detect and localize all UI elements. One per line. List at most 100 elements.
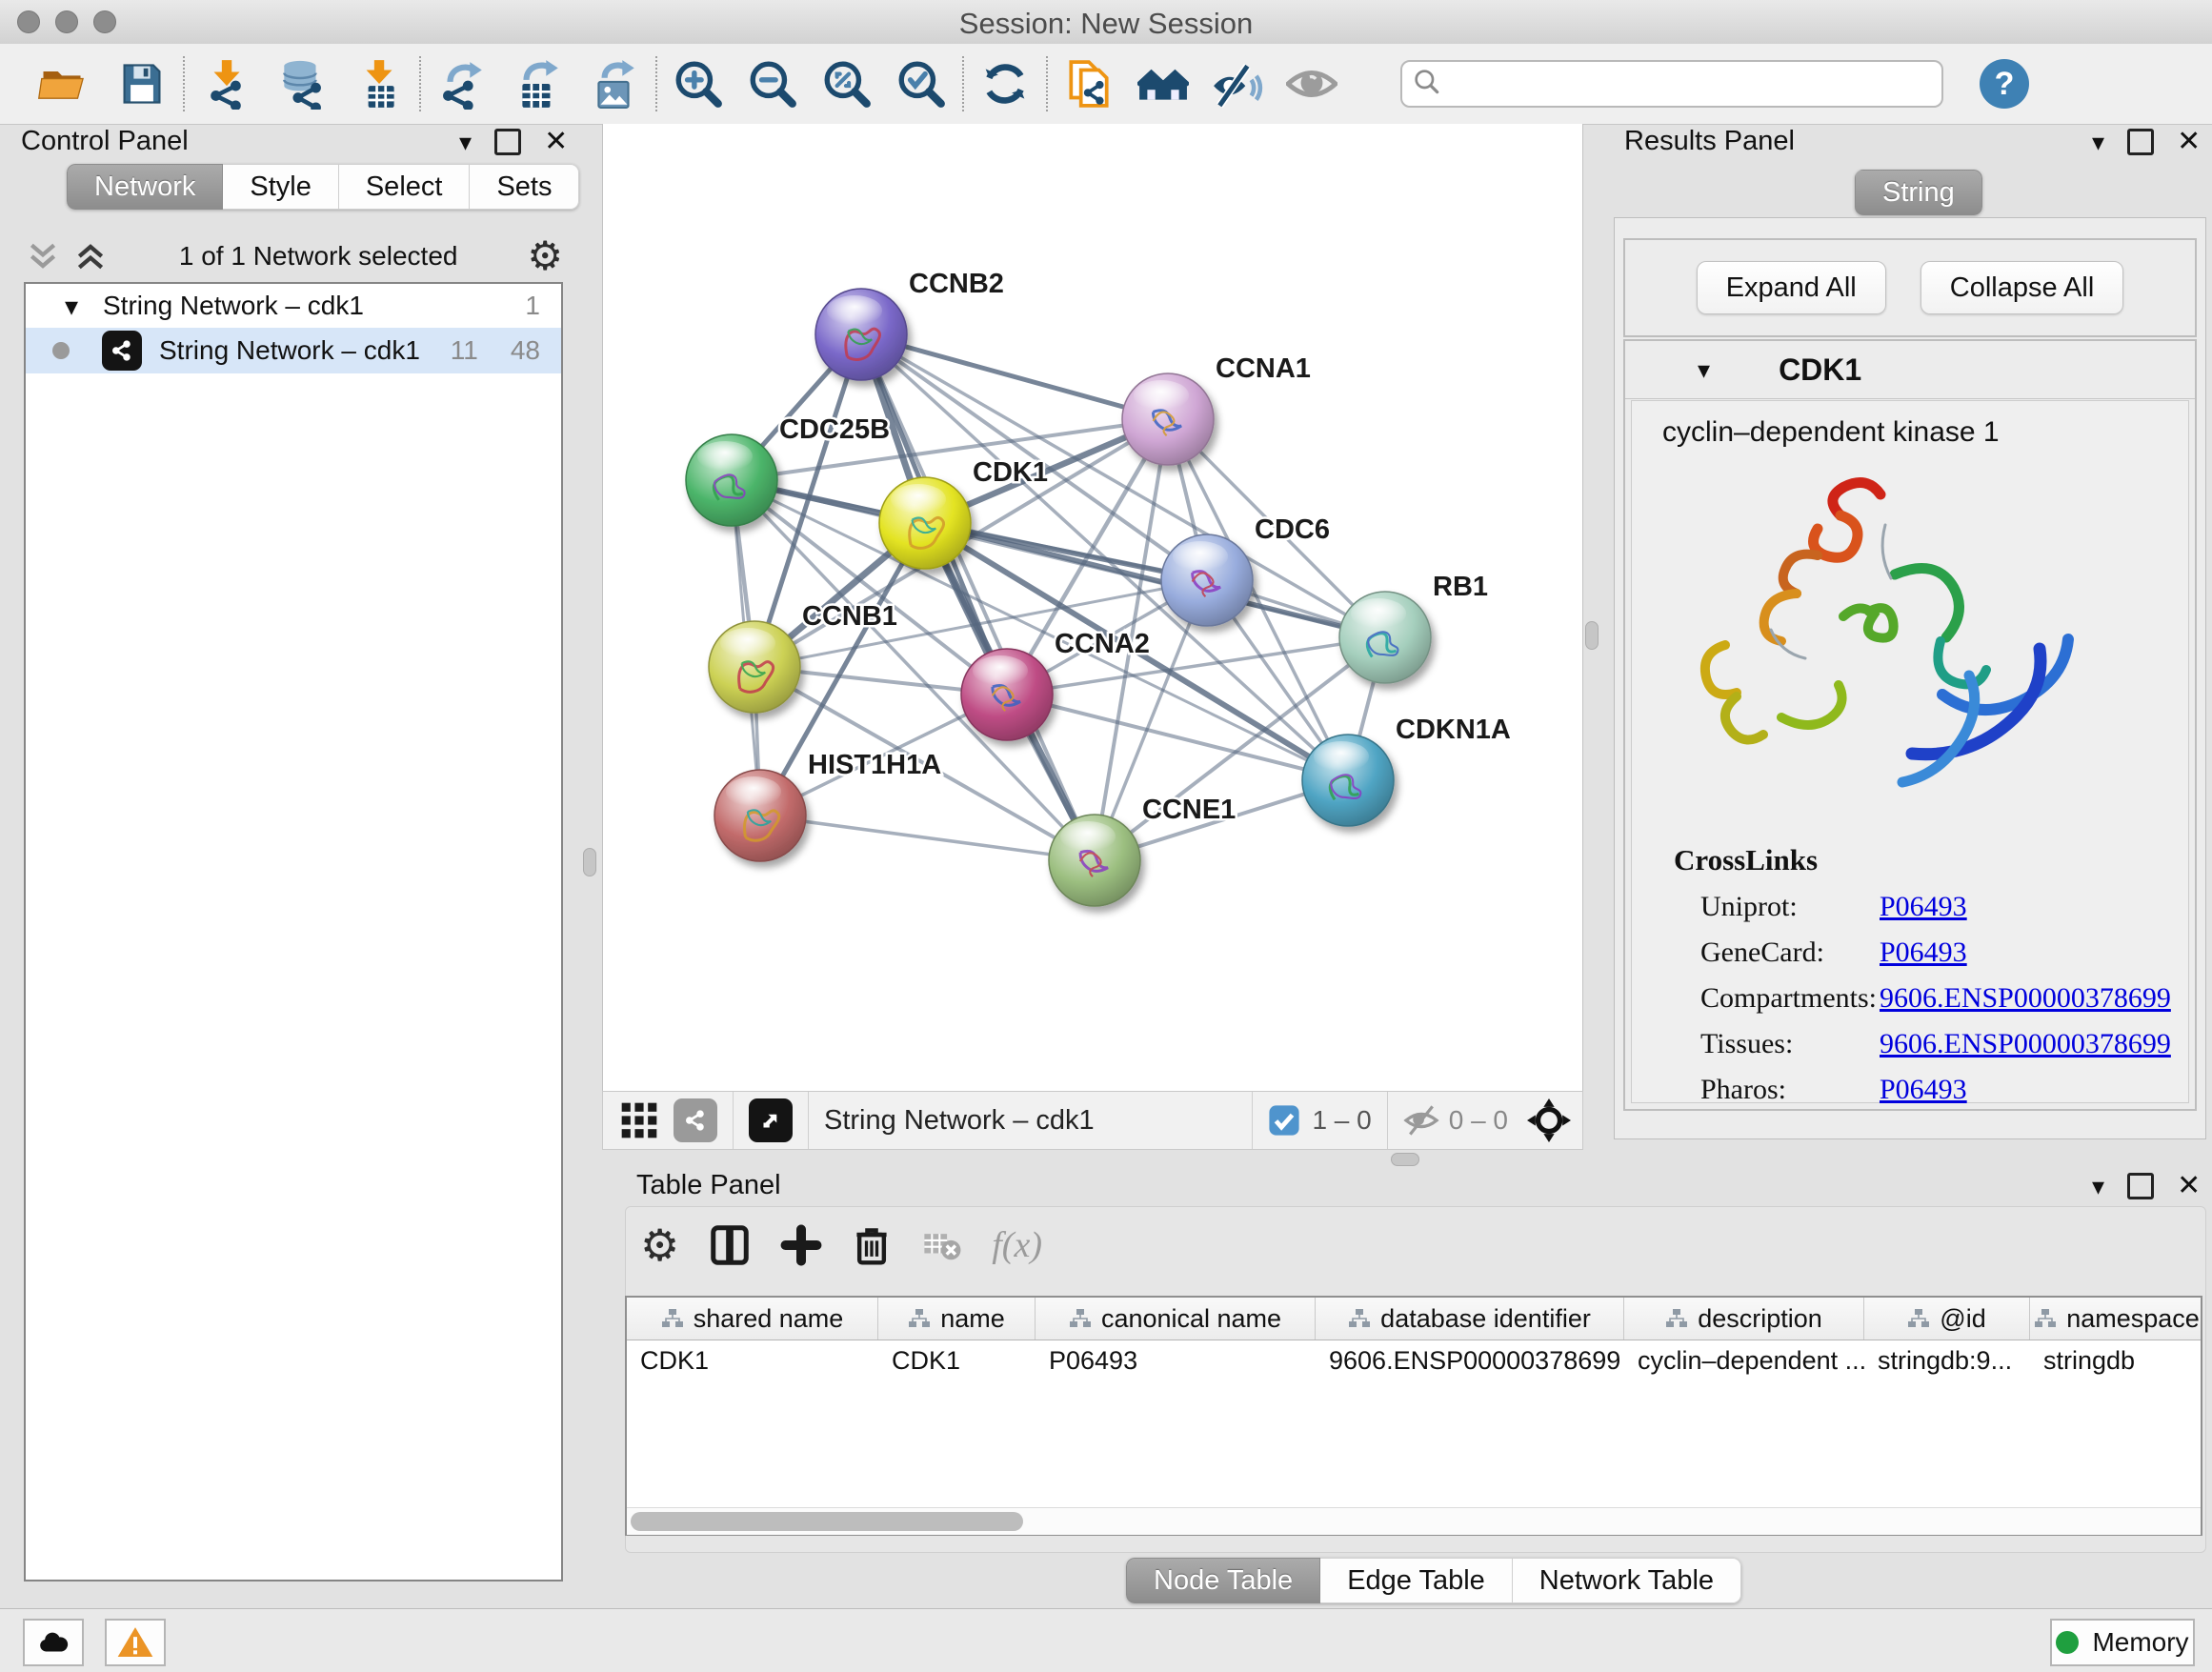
node-label-CCNB1: CCNB1 bbox=[802, 601, 897, 632]
gear-icon[interactable]: ⚙ bbox=[527, 236, 563, 276]
node-label-CCNB2: CCNB2 bbox=[909, 269, 1004, 299]
gene-header[interactable]: ▾ CDK1 bbox=[1625, 341, 2195, 399]
zoom-fit-icon[interactable] bbox=[819, 54, 875, 113]
memory-button[interactable]: Memory bbox=[2050, 1619, 2195, 1666]
help-icon[interactable]: ? bbox=[1980, 59, 2029, 109]
panel-close-icon[interactable]: ✕ bbox=[544, 128, 568, 156]
hide-selected-icon[interactable] bbox=[1210, 54, 1265, 113]
network-node-CDK1[interactable]: CDK1 bbox=[879, 457, 1048, 569]
save-session-icon[interactable] bbox=[114, 54, 170, 113]
collapse-all-icon[interactable] bbox=[24, 237, 62, 275]
column-header--id[interactable]: @id bbox=[1864, 1298, 2030, 1340]
control-panel-controls: ▾ ✕ bbox=[459, 128, 568, 156]
panel-float-icon[interactable] bbox=[2127, 1173, 2154, 1199]
export-image-icon[interactable] bbox=[587, 54, 642, 113]
columns-icon[interactable] bbox=[708, 1223, 752, 1267]
zoom-in-icon[interactable] bbox=[671, 54, 726, 113]
crosslink-link[interactable]: 9606.ENSP00000378699 bbox=[1880, 982, 2171, 1015]
network-node-CCNE1[interactable]: CCNE1 bbox=[1049, 795, 1236, 906]
collapse-all-button[interactable]: Collapse All bbox=[1920, 261, 2124, 314]
separator bbox=[808, 1092, 809, 1149]
network-node-CCNA1[interactable]: CCNA1 bbox=[1122, 353, 1311, 465]
warning-button[interactable] bbox=[105, 1619, 166, 1666]
tree-expander-icon[interactable]: ▾ bbox=[26, 291, 78, 322]
selected-checkbox-icon[interactable] bbox=[1268, 1104, 1300, 1137]
column-header-canonical-name[interactable]: canonical name bbox=[1036, 1298, 1316, 1340]
horizontal-scrollbar[interactable] bbox=[627, 1507, 2201, 1535]
duplicate-network-icon[interactable] bbox=[1061, 54, 1116, 113]
panel-menu-icon[interactable]: ▾ bbox=[2092, 130, 2104, 154]
search-input[interactable] bbox=[1400, 60, 1943, 108]
crosslink-row: Uniprot:P06493 bbox=[1700, 891, 2188, 923]
import-network-icon[interactable] bbox=[198, 54, 253, 113]
zoom-selected-icon[interactable] bbox=[894, 54, 949, 113]
network-node-HIST1H1A[interactable]: HIST1H1A bbox=[714, 750, 941, 861]
crosslink-link[interactable]: P06493 bbox=[1880, 1074, 1967, 1106]
network-status-dot bbox=[52, 342, 70, 359]
network-node-RB1[interactable]: RB1 bbox=[1339, 572, 1488, 683]
left-divider-handle[interactable] bbox=[583, 848, 596, 876]
tab-node-table[interactable]: Node Table bbox=[1126, 1558, 1320, 1603]
import-table-icon[interactable] bbox=[351, 54, 406, 113]
export-network-icon[interactable] bbox=[434, 54, 490, 113]
column-header-description[interactable]: description bbox=[1624, 1298, 1864, 1340]
crosslink-link[interactable]: 9606.ENSP00000378699 bbox=[1880, 1028, 2171, 1060]
network-row-selected[interactable]: String Network – cdk1 11 48 bbox=[26, 328, 561, 373]
panel-float-icon[interactable] bbox=[494, 129, 521, 155]
birds-eye-icon[interactable] bbox=[1527, 1098, 1571, 1142]
column-header-name[interactable]: name bbox=[878, 1298, 1036, 1340]
network-node-CDKN1A[interactable]: CDKN1A bbox=[1302, 715, 1511, 826]
right-divider-handle[interactable] bbox=[1585, 621, 1599, 650]
refresh-icon[interactable] bbox=[977, 54, 1033, 113]
tab-sets[interactable]: Sets bbox=[470, 164, 579, 210]
crosslink-row: Compartments:9606.ENSP00000378699 bbox=[1700, 982, 2188, 1015]
table-row[interactable]: CDK1CDK1P064939606.ENSP00000378699cyclin… bbox=[627, 1340, 2201, 1382]
panel-close-icon[interactable]: ✕ bbox=[2177, 1172, 2201, 1200]
add-icon[interactable] bbox=[780, 1224, 822, 1266]
gene-section: ▾ CDK1 cyclin–dependent kinase 1 bbox=[1623, 339, 2197, 1111]
panel-float-icon[interactable] bbox=[2127, 129, 2154, 155]
tab-network[interactable]: Network bbox=[67, 164, 223, 210]
node-label-CDK1: CDK1 bbox=[973, 457, 1048, 488]
column-header-namespace[interactable]: namespace bbox=[2030, 1298, 2202, 1340]
table-tabs: Node Table Edge Table Network Table bbox=[1126, 1558, 1741, 1603]
network-badge-icon[interactable] bbox=[674, 1098, 717, 1142]
gene-expander-icon[interactable]: ▾ bbox=[1698, 357, 1710, 382]
bottom-divider-handle[interactable] bbox=[1391, 1153, 1419, 1166]
expand-all-button[interactable]: Expand All bbox=[1697, 261, 1886, 314]
network-node-CDC6[interactable]: CDC6 bbox=[1161, 514, 1330, 626]
detach-view-icon[interactable] bbox=[749, 1098, 793, 1142]
crosslink-label: Uniprot: bbox=[1700, 891, 1880, 923]
table-body: CDK1CDK1P064939606.ENSP00000378699cyclin… bbox=[627, 1340, 2201, 1382]
tab-string[interactable]: String bbox=[1855, 170, 1982, 215]
tab-select[interactable]: Select bbox=[339, 164, 471, 210]
crosslink-link[interactable]: P06493 bbox=[1880, 891, 1967, 923]
export-table-icon[interactable] bbox=[511, 54, 566, 113]
panel-close-icon[interactable]: ✕ bbox=[2177, 128, 2201, 156]
crosslink-link[interactable]: P06493 bbox=[1880, 937, 1967, 969]
panel-menu-icon[interactable]: ▾ bbox=[2092, 1174, 2104, 1199]
network-collection-row[interactable]: ▾ String Network – cdk1 1 bbox=[26, 284, 561, 328]
tab-edge-table[interactable]: Edge Table bbox=[1320, 1558, 1513, 1603]
cloud-button[interactable] bbox=[23, 1619, 84, 1666]
first-neighbors-icon[interactable] bbox=[1136, 54, 1191, 113]
panel-menu-icon[interactable]: ▾ bbox=[459, 130, 472, 154]
tab-network-table[interactable]: Network Table bbox=[1513, 1558, 1741, 1603]
column-header-shared-name[interactable]: shared name bbox=[627, 1298, 878, 1340]
column-header-database-identifier[interactable]: database identifier bbox=[1316, 1298, 1624, 1340]
control-panel-title: Control Panel bbox=[21, 126, 189, 157]
scrollbar-thumb[interactable] bbox=[631, 1512, 1023, 1531]
delete-icon[interactable] bbox=[851, 1224, 893, 1266]
tab-style[interactable]: Style bbox=[223, 164, 338, 210]
expand-all-icon[interactable] bbox=[71, 237, 110, 275]
show-all-icon[interactable] bbox=[1284, 54, 1339, 113]
zoom-out-icon[interactable] bbox=[745, 54, 800, 113]
function-builder-icon: f(x) bbox=[992, 1224, 1042, 1266]
memory-label: Memory bbox=[2092, 1627, 2188, 1658]
network-canvas[interactable]: CCNB2 CCNA1 CDC25B CDK1 CDC6 RB1 CCNB1 bbox=[602, 124, 1583, 1091]
import-database-icon[interactable] bbox=[274, 54, 330, 113]
gear-icon[interactable]: ⚙ bbox=[640, 1223, 679, 1267]
hidden-eye-icon[interactable] bbox=[1403, 1102, 1439, 1138]
open-session-icon[interactable] bbox=[34, 54, 90, 113]
grid-view-icon[interactable] bbox=[618, 1099, 660, 1141]
